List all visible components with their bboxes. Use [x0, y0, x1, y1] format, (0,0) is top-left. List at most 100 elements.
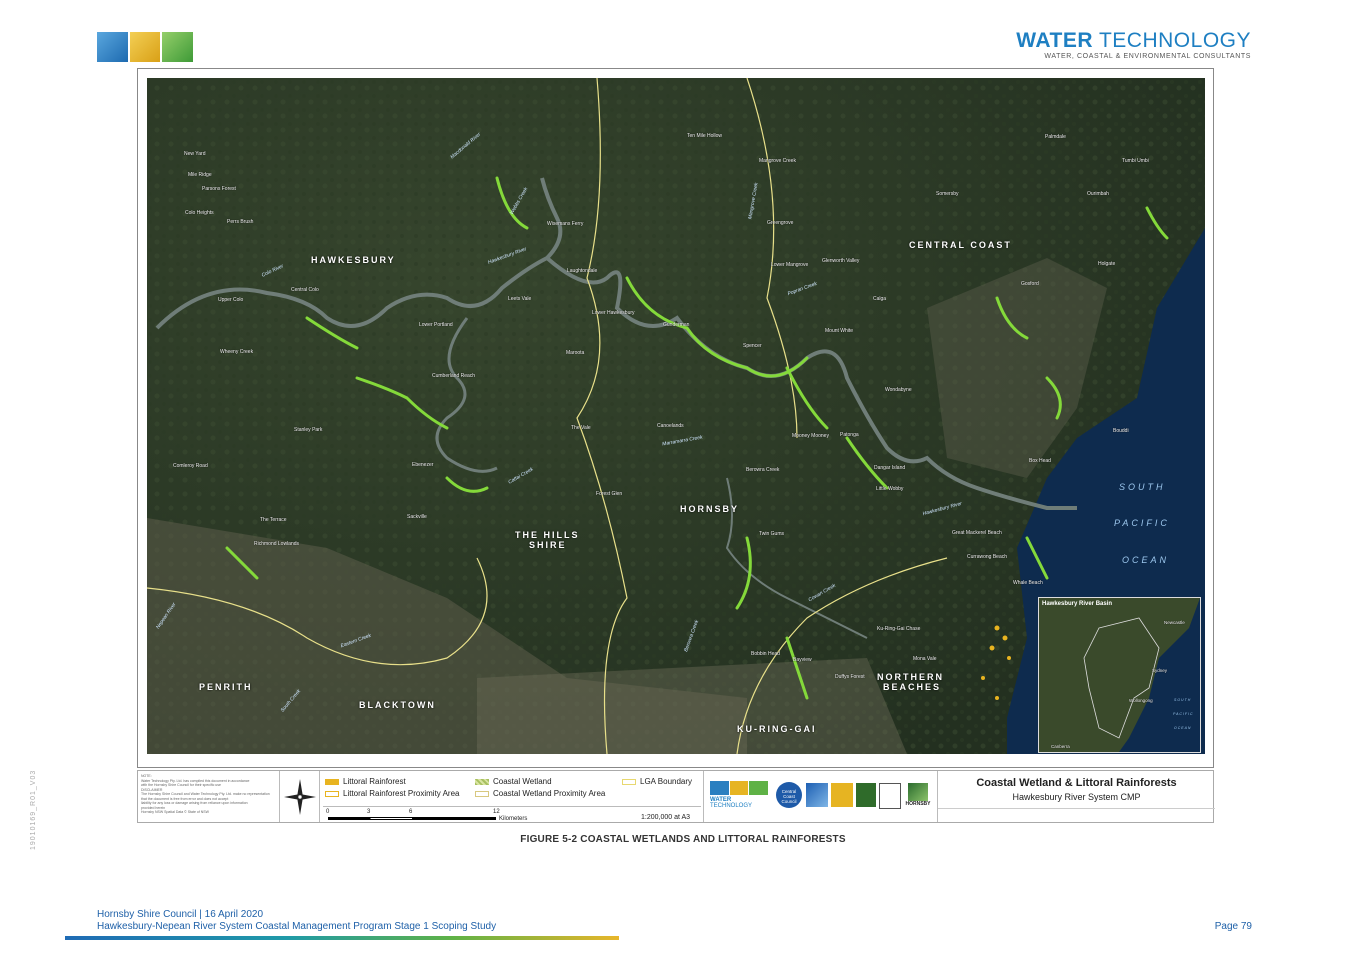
inset-map: Hawkesbury River Basin Newcastle Sydney …	[1038, 597, 1201, 753]
lga-label-ku-ring-gai: KU-RING-GAI	[737, 724, 817, 734]
logo-tile-green	[162, 32, 194, 62]
wt-logo: WATER TECHNOLOGY	[710, 781, 769, 813]
locality: Ku-Ring-Gai Chase	[877, 626, 921, 632]
legend-notes: NOTE: Water Technology Pty. Ltd. has com…	[138, 771, 280, 822]
agency-logo-yellow	[831, 783, 853, 807]
document-id: 19010169_R01_V03	[30, 769, 37, 850]
logo-tile-yellow	[129, 32, 161, 62]
scale-tick: 6	[409, 809, 413, 815]
swatch	[475, 778, 489, 785]
inset-sea-label: OCEAN	[1174, 726, 1192, 730]
scale-ratio: 1:200,000 at A3	[641, 814, 691, 821]
locality: Upper Colo	[218, 297, 244, 303]
footer-line-2: Hawkesbury-Nepean River System Coastal M…	[97, 921, 497, 932]
legend-item-littoral-rainforest: Littoral Rainforest	[325, 777, 406, 786]
inset-locality: Newcastle	[1164, 620, 1185, 625]
lga-label-hornsby: HORNSBY	[680, 504, 740, 514]
lga-label-northern-2: BEACHES	[883, 682, 942, 692]
hornsby-logo-text: HORNSBY	[905, 801, 931, 807]
locality: Twin Gums	[759, 531, 785, 537]
locality: Central Colo	[291, 287, 319, 293]
locality: Bouddi	[1113, 428, 1129, 434]
scale-bar-row: 0 3 6 12 Kilometers 1:200,000 at A3	[323, 806, 701, 823]
agency-logo-blue	[806, 783, 828, 807]
partner-logos: WATER TECHNOLOGY Central Coast Council H…	[704, 771, 938, 822]
lga-label-penrith: PENRITH	[199, 682, 253, 692]
sea-label-pacific: PACIFIC	[1114, 518, 1170, 528]
legend-item-coastal-wetland: Coastal Wetland	[475, 777, 552, 786]
locality: Wondabyne	[885, 387, 912, 393]
locality: Palmdale	[1045, 134, 1066, 140]
scale-tick: 0	[326, 809, 330, 815]
agency-logo-green	[856, 783, 876, 807]
locality: Patonga	[840, 432, 859, 438]
sea-label-ocean: OCEAN	[1122, 555, 1170, 565]
locality: Little Wobby	[876, 486, 904, 492]
locality: Bayview	[793, 657, 812, 663]
locality: Richmond Lowlands	[254, 541, 300, 547]
map-title: Coastal Wetland & Littoral Rainforests	[976, 777, 1177, 789]
lga-label-the-hills-2: SHIRE	[529, 540, 567, 550]
legend-panel: NOTE: Water Technology Pty. Ltd. has com…	[137, 770, 1215, 823]
lga-label-northern-1: NORTHERN	[877, 672, 944, 682]
compass-icon	[284, 779, 316, 815]
inset-sea-label: SOUTH	[1174, 698, 1192, 702]
swatch	[475, 790, 489, 797]
locality: Comleroy Road	[173, 463, 208, 469]
locality: Greengrove	[767, 220, 794, 226]
inset-sea-label: PACIFIC	[1173, 712, 1194, 716]
legend-item-lga-boundary: LGA Boundary	[622, 777, 692, 786]
water-technology-wordmark: WATER TECHNOLOGY WATER, COASTAL & ENVIRO…	[1016, 29, 1251, 61]
locality: Lower Mangrove	[771, 262, 809, 268]
locality: Forest Glen	[596, 491, 623, 497]
locality: Mooney Mooney	[792, 433, 829, 439]
brand-bold: WATER	[1016, 29, 1094, 52]
swatch	[622, 778, 636, 785]
legend-item-rainforest-proximity: Littoral Rainforest Proximity Area	[325, 789, 460, 798]
brand-light: TECHNOLOGY	[1093, 29, 1251, 52]
scale-tick: 12	[493, 809, 500, 815]
inset-locality: Sydney	[1152, 668, 1168, 673]
locality: Somersby	[936, 191, 959, 197]
locality: The Vale	[571, 425, 591, 431]
locality: Wisemans Ferry	[547, 221, 584, 227]
locality: Canoelands	[657, 423, 684, 429]
lga-label-the-hills-1: THE HILLS	[515, 530, 580, 540]
locality: Lower Portland	[419, 322, 453, 328]
footer-line-1: Hornsby Shire Council | 16 April 2020	[97, 909, 264, 920]
note-line: The Hornsby Shire Council and Water Tech…	[141, 792, 270, 796]
locality: Glenworth Valley	[822, 258, 860, 264]
locality: Currawong Beach	[967, 554, 1008, 560]
swatch	[325, 790, 339, 797]
locality: Gosford	[1021, 281, 1039, 287]
locality: Sackville	[407, 514, 427, 520]
locality: Great Mackerel Beach	[952, 530, 1002, 536]
legend-item-wetland-proximity: Coastal Wetland Proximity Area	[475, 789, 605, 798]
brand-subtitle: WATER, COASTAL & ENVIRONMENTAL CONSULTAN…	[1044, 53, 1251, 60]
locality: Ourimbah	[1087, 191, 1109, 197]
locality: Colo Heights	[185, 210, 214, 216]
scale-bar	[328, 817, 496, 820]
locality: Mona Vale	[913, 656, 937, 662]
north-arrow-cell	[280, 771, 320, 822]
locality: Lower Hawkesbury	[592, 310, 635, 316]
central-coast-council-logo: Central Coast Council	[776, 782, 802, 808]
locality: Ten Mile Hollow	[687, 133, 723, 139]
lga-label-hawkesbury: HAWKESBURY	[311, 255, 396, 265]
legend-items-cell: Littoral Rainforest Littoral Rainforest …	[320, 771, 704, 822]
locality: Stanley Park	[294, 427, 323, 433]
figure-caption: FIGURE 5-2 COASTAL WETLANDS AND LITTORAL…	[520, 834, 846, 845]
lga-label-central-coast: CENTRAL COAST	[909, 240, 1012, 250]
hornsby-council-logo: HORNSBY	[902, 783, 934, 811]
locality: Duffys Forest	[835, 674, 865, 680]
lga-label-blacktown: BLACKTOWN	[359, 700, 436, 710]
note-line: Hornsby NSW Spatial Data © State of NSW	[141, 810, 209, 814]
swatch	[325, 778, 339, 785]
title-divider	[938, 808, 1215, 809]
map-subtitle: Hawkesbury River System CMP	[1012, 792, 1141, 802]
inset-locality: Wollongong	[1129, 698, 1153, 703]
logo-tile-blue	[97, 32, 128, 62]
locality: Leets Vale	[508, 296, 532, 302]
locality: Ebenezer	[412, 462, 434, 468]
water-technology-graphic-logo	[97, 32, 194, 62]
